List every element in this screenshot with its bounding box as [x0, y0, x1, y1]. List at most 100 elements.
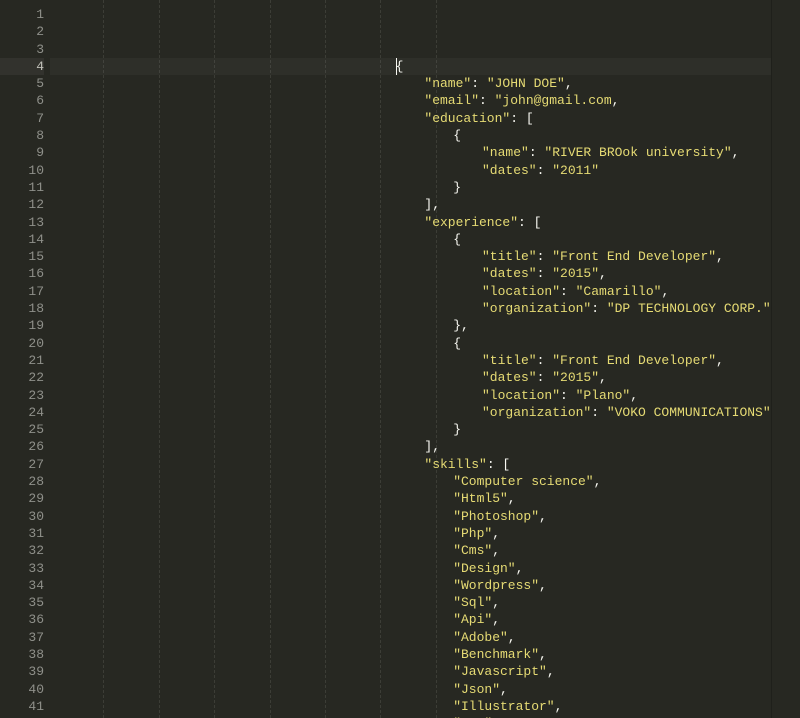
code-line[interactable]: ],	[50, 438, 771, 455]
line-number: 34	[0, 577, 44, 594]
json-punctuation: :	[479, 93, 495, 108]
json-punctuation: ,	[565, 76, 573, 91]
json-string: "Javascript"	[453, 664, 547, 679]
json-punctuation: :	[560, 284, 576, 299]
code-line[interactable]: {	[50, 58, 771, 75]
code-line[interactable]: "Html5",	[50, 490, 771, 507]
json-punctuation: [	[534, 215, 542, 230]
code-line[interactable]: "Api",	[50, 611, 771, 628]
json-string: "Php"	[453, 526, 492, 541]
code-line[interactable]: "dates": "2015",	[50, 369, 771, 386]
json-punctuation: {	[453, 232, 461, 247]
code-line[interactable]: "Illustrator",	[50, 698, 771, 715]
code-line[interactable]: {	[50, 231, 771, 248]
code-line[interactable]: "skills": [	[50, 456, 771, 473]
code-line[interactable]: "Design",	[50, 560, 771, 577]
code-line[interactable]: "organization": "DP TECHNOLOGY CORP."	[50, 300, 771, 317]
code-area[interactable]: {"name": "JOHN DOE","email": "john@gmail…	[50, 0, 771, 718]
code-line[interactable]: "Sql",	[50, 594, 771, 611]
line-number: 41	[0, 698, 44, 715]
code-line[interactable]: "title": "Front End Developer",	[50, 248, 771, 265]
code-line[interactable]: "dates": "2011"	[50, 162, 771, 179]
code-line[interactable]: "organization": "VOKO COMMUNICATIONS"	[50, 404, 771, 421]
json-punctuation: ,	[539, 509, 547, 524]
json-string: "Benchmark"	[453, 647, 539, 662]
line-number: 39	[0, 663, 44, 680]
json-string: "Sql"	[453, 595, 492, 610]
code-line[interactable]: "name": "RIVER BROok university",	[50, 144, 771, 161]
json-string: "john@gmail.com	[495, 93, 612, 108]
line-number: 17	[0, 283, 44, 300]
code-line[interactable]: ],	[50, 196, 771, 213]
line-number-gutter: 1234567891011121314151617181920212223242…	[0, 0, 50, 718]
json-key: "name"	[424, 76, 471, 91]
code-line[interactable]: "Json",	[50, 681, 771, 698]
json-punctuation: ,	[492, 543, 500, 558]
json-punctuation: ,	[599, 266, 607, 281]
json-punctuation: :	[591, 405, 607, 420]
code-line[interactable]: "dates": "2015",	[50, 265, 771, 282]
line-number: 2	[0, 23, 44, 40]
code-line[interactable]: "education": [	[50, 110, 771, 127]
code-line[interactable]	[50, 23, 771, 40]
json-punctuation: ,	[492, 526, 500, 541]
json-punctuation: ,	[508, 630, 516, 645]
code-line[interactable]: }	[50, 421, 771, 438]
json-punctuation: ,	[516, 561, 524, 576]
json-string: "2015"	[552, 266, 599, 281]
json-punctuation: :	[471, 76, 487, 91]
code-line[interactable]: {	[50, 127, 771, 144]
code-line[interactable]: "Computer science",	[50, 473, 771, 490]
json-string: "Plano"	[576, 388, 631, 403]
line-number: 21	[0, 352, 44, 369]
line-number: 25	[0, 421, 44, 438]
text-caret	[396, 58, 397, 75]
json-punctuation: :	[537, 163, 553, 178]
code-line[interactable]: "Javascript",	[50, 663, 771, 680]
json-string: "Camarillo"	[576, 284, 662, 299]
json-key: "title"	[482, 249, 537, 264]
line-number: 6	[0, 92, 44, 109]
code-line[interactable]: "location": "Plano",	[50, 387, 771, 404]
code-line[interactable]: "Cms",	[50, 542, 771, 559]
code-line[interactable]: "location": "Camarillo",	[50, 283, 771, 300]
json-punctuation: [	[502, 457, 510, 472]
line-number: 13	[0, 214, 44, 231]
line-number: 19	[0, 317, 44, 334]
line-number: 23	[0, 387, 44, 404]
json-key: "dates"	[482, 266, 537, 281]
json-punctuation: }	[453, 180, 461, 195]
code-line[interactable]	[50, 41, 771, 58]
code-line[interactable]: "email": "john@gmail.com,	[50, 92, 771, 109]
json-string: "Front End Developer"	[552, 249, 716, 264]
line-number: 9	[0, 144, 44, 161]
code-line[interactable]: "name": "JOHN DOE",	[50, 75, 771, 92]
code-line[interactable]	[50, 6, 771, 23]
code-line[interactable]: "Adobe",	[50, 629, 771, 646]
line-number: 10	[0, 162, 44, 179]
code-line[interactable]: {	[50, 335, 771, 352]
json-key: "organization"	[482, 405, 591, 420]
code-line[interactable]: "experience": [	[50, 214, 771, 231]
code-line[interactable]: "Php",	[50, 525, 771, 542]
json-punctuation: :	[591, 301, 607, 316]
code-line[interactable]: }	[50, 179, 771, 196]
json-punctuation: ,	[661, 284, 669, 299]
code-line[interactable]: "Wordpress",	[50, 577, 771, 594]
json-punctuation: ,	[547, 664, 555, 679]
json-punctuation: :	[487, 457, 503, 472]
line-number: 28	[0, 473, 44, 490]
json-key: "title"	[482, 353, 537, 368]
json-key: "dates"	[482, 163, 537, 178]
code-line[interactable]: },	[50, 317, 771, 334]
json-string: "Json"	[453, 682, 500, 697]
code-line[interactable]: "Photoshop",	[50, 508, 771, 525]
code-line[interactable]: "title": "Front End Developer",	[50, 352, 771, 369]
code-line[interactable]: "Benchmark",	[50, 646, 771, 663]
json-key: "email"	[424, 93, 479, 108]
json-key: "dates"	[482, 370, 537, 385]
line-number: 37	[0, 629, 44, 646]
line-number: 1	[0, 6, 44, 23]
json-punctuation: ,	[594, 474, 602, 489]
line-number: 26	[0, 438, 44, 455]
